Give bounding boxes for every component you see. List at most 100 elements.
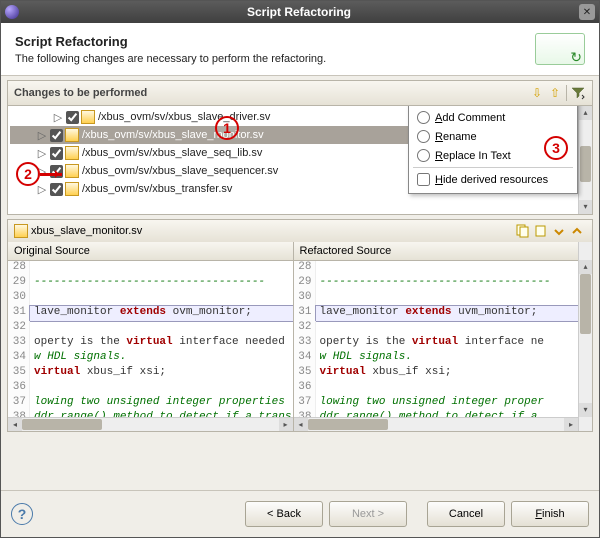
compare-header: xbus_slave_monitor.sv <box>7 219 593 242</box>
right-hscrollbar[interactable]: ◂ ▸ <box>294 417 579 431</box>
left-pane-title: Original Source <box>8 242 293 261</box>
filter-menu-button[interactable] <box>566 85 586 101</box>
button-bar: ? < Back Next > Cancel Finish <box>1 490 599 537</box>
change-checkbox[interactable] <box>50 165 63 178</box>
line-number: 37 <box>8 396 30 411</box>
hide-derived-checkbox[interactable] <box>417 173 430 186</box>
scroll-up-icon[interactable]: ▴ <box>579 106 592 120</box>
line-number: 35 <box>8 366 30 381</box>
titlebar: Script Refactoring ✕ <box>1 1 599 23</box>
filter-option[interactable]: Add Comment <box>413 108 573 127</box>
filter-radio[interactable] <box>417 130 430 143</box>
code-line: 33operty is the virtual interface ne <box>294 336 579 351</box>
scroll-thumb[interactable] <box>580 274 591 334</box>
expand-icon[interactable]: ▷ <box>36 165 48 178</box>
changes-section-header: Changes to be performed ⇩ ⇧ <box>7 80 593 105</box>
compare-filename: xbus_slave_monitor.sv <box>31 225 514 237</box>
line-content: lowing two unsigned integer properties <box>30 396 293 411</box>
back-button[interactable]: < Back <box>245 501 323 527</box>
change-checkbox[interactable] <box>66 111 79 124</box>
scroll-thumb[interactable] <box>308 419 388 430</box>
line-content <box>30 381 293 396</box>
line-content: lave_monitor extends ovm_monitor; <box>30 306 293 321</box>
line-number: 28 <box>294 261 316 276</box>
line-content <box>316 261 579 276</box>
line-number: 30 <box>294 291 316 306</box>
hide-derived-label: Hide derived resources <box>435 174 548 186</box>
line-content: operty is the virtual interface needed <box>30 336 293 351</box>
line-content: w HDL signals. <box>316 351 579 366</box>
refactored-source-viewer[interactable]: 2829-----------------------------------3… <box>294 261 579 417</box>
prev-diff-button[interactable] <box>569 223 585 239</box>
line-content: ----------------------------------- <box>316 276 579 291</box>
wizard-header: Script Refactoring The following changes… <box>1 23 599 76</box>
change-path: /xbus_ovm/sv/xbus_slave_seq_lib.sv <box>82 147 262 159</box>
line-number: 32 <box>8 321 30 336</box>
help-button[interactable]: ? <box>11 503 33 525</box>
tree-vscrollbar[interactable]: ▴ ▾ <box>578 106 592 214</box>
filter-radio[interactable] <box>417 111 430 124</box>
right-pane: Refactored Source 2829------------------… <box>294 242 579 431</box>
filter-option-label: Replace In Text <box>435 150 511 162</box>
cancel-button[interactable]: Cancel <box>427 501 505 527</box>
next-diff-button[interactable] <box>551 223 567 239</box>
expand-icon[interactable]: ▷ <box>36 183 48 196</box>
line-content: operty is the virtual interface ne <box>316 336 579 351</box>
code-line: 35virtual xbus_if xsi; <box>294 366 579 381</box>
code-line: 35virtual xbus_if xsi; <box>8 366 293 381</box>
line-content: virtual xbus_if xsi; <box>316 366 579 381</box>
copy-all-left-button[interactable] <box>515 223 531 239</box>
line-number: 29 <box>294 276 316 291</box>
eclipse-icon <box>5 5 19 19</box>
filter-option[interactable]: Replace In Text <box>413 146 573 165</box>
hide-derived-option[interactable]: Hide derived resources <box>413 170 573 189</box>
code-line: 30 <box>8 291 293 306</box>
expand-icon[interactable]: ▷ <box>36 147 48 160</box>
left-hscrollbar[interactable]: ◂ ▸ <box>8 417 293 431</box>
file-icon <box>14 224 28 238</box>
line-number: 29 <box>8 276 30 291</box>
scroll-right-icon[interactable]: ▸ <box>279 418 293 431</box>
sv-file-icon <box>81 110 95 124</box>
filter-radio[interactable] <box>417 149 430 162</box>
line-number: 33 <box>294 336 316 351</box>
line-content <box>316 291 579 306</box>
change-path: /xbus_ovm/sv/xbus_slave_monitor.sv <box>82 129 264 141</box>
code-line: 31lave_monitor extends uvm_monitor; <box>294 306 579 321</box>
scroll-right-icon[interactable]: ▸ <box>564 418 578 431</box>
scroll-left-icon[interactable]: ◂ <box>294 418 308 431</box>
scroll-thumb[interactable] <box>580 146 591 182</box>
filter-option[interactable]: Rename <box>413 127 573 146</box>
change-checkbox[interactable] <box>50 129 63 142</box>
line-content <box>30 321 293 336</box>
scroll-left-icon[interactable]: ◂ <box>8 418 22 431</box>
line-number: 31 <box>8 306 30 321</box>
prev-change-button[interactable]: ⇩ <box>529 85 545 101</box>
code-line: 33operty is the virtual interface needed <box>8 336 293 351</box>
scroll-thumb[interactable] <box>22 419 102 430</box>
copy-current-left-button[interactable] <box>533 223 549 239</box>
line-content <box>30 291 293 306</box>
close-icon[interactable]: ✕ <box>579 4 595 20</box>
compare-vscrollbar[interactable]: ▴ ▾ <box>578 242 592 431</box>
scroll-up-icon[interactable]: ▴ <box>579 260 592 274</box>
code-line: 28 <box>8 261 293 276</box>
finish-button[interactable]: Finish <box>511 501 589 527</box>
original-source-viewer[interactable]: 2829-----------------------------------3… <box>8 261 293 417</box>
scroll-down-icon[interactable]: ▾ <box>579 403 592 417</box>
change-checkbox[interactable] <box>50 183 63 196</box>
next-change-button[interactable]: ⇧ <box>547 85 563 101</box>
scroll-down-icon[interactable]: ▾ <box>579 200 592 214</box>
change-path: /xbus_ovm/sv/xbus_slave_sequencer.sv <box>82 165 278 177</box>
filter-popup-menu: Show AllAdd CommentRenameReplace In Text… <box>408 105 578 194</box>
changes-tree[interactable]: ▷/xbus_ovm/sv/xbus_slave_driver.sv▷/xbus… <box>7 105 593 215</box>
code-line: 29----------------------------------- <box>8 276 293 291</box>
expand-icon[interactable]: ▷ <box>52 111 64 124</box>
change-checkbox[interactable] <box>50 147 63 160</box>
expand-icon[interactable]: ▷ <box>36 129 48 142</box>
line-number: 34 <box>8 351 30 366</box>
line-content <box>30 261 293 276</box>
page-description: The following changes are necessary to p… <box>15 53 525 65</box>
line-number: 31 <box>294 306 316 321</box>
line-content <box>316 321 579 336</box>
